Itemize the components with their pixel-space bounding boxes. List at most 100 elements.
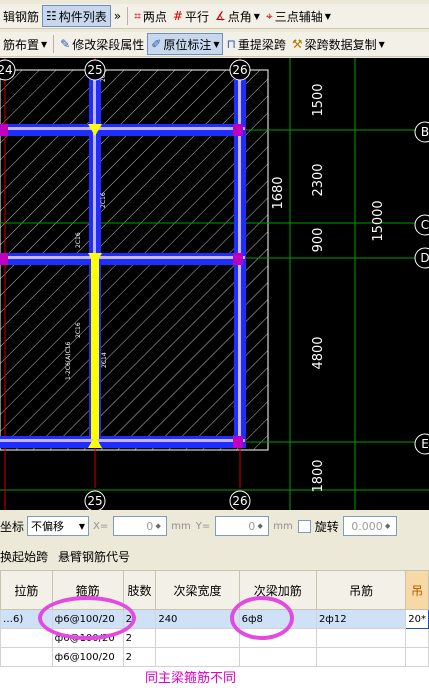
- point-angle-label: 点角: [227, 9, 252, 24]
- modify-beam-property-label: 修改梁段属性: [72, 37, 145, 52]
- table-cell[interactable]: [238, 647, 317, 667]
- rotate-checkbox[interactable]: [297, 519, 311, 533]
- re-extract-span-button[interactable]: ⊓ 重提梁跨: [223, 34, 288, 54]
- table-cell[interactable]: [0, 628, 53, 648]
- three-point-axis-icon: ⌖: [265, 8, 273, 23]
- x-input[interactable]: 0 ◆: [113, 516, 168, 536]
- table-cell[interactable]: [0, 647, 53, 667]
- x-label: X=: [93, 520, 109, 532]
- spin-icon: ◆: [155, 522, 161, 530]
- dimension-text: 2300: [311, 163, 326, 196]
- three-point-axis-button[interactable]: ⌖ 三点辅轴 ▼: [263, 6, 334, 26]
- axis-label: 25: [87, 494, 102, 508]
- re-extract-span-label: 重提梁跨: [237, 37, 286, 52]
- change-start-span-button[interactable]: 换起始跨: [0, 548, 48, 565]
- in-situ-annotation-button[interactable]: ✐ 原位标注 ▼: [147, 33, 224, 55]
- two-point-button[interactable]: ⌗ 两点: [131, 6, 170, 26]
- table-cell[interactable]: [155, 628, 240, 648]
- beam-centerline: [93, 70, 96, 256]
- brush-icon: ⚒: [291, 37, 303, 51]
- table-row[interactable]: ф6@100/20 2: [0, 647, 429, 667]
- chevron-down-icon: ▼: [324, 11, 331, 21]
- table-cell[interactable]: [315, 628, 407, 648]
- table-cell[interactable]: 240: [155, 609, 240, 629]
- y-unit: mm: [273, 520, 293, 532]
- chevron-down-icon: ▼: [41, 39, 48, 49]
- y-input[interactable]: 0 ◆: [215, 516, 270, 536]
- toolbar-separator: [53, 35, 55, 53]
- modify-beam-property-button[interactable]: ✎ 修改梁段属性: [57, 34, 147, 54]
- table-cell[interactable]: [405, 647, 429, 667]
- component-list-button[interactable]: ☷ 构件列表: [42, 5, 111, 27]
- beam-centerline: [0, 439, 245, 442]
- axis-bubbles-bottom: [84, 490, 251, 512]
- spin-icon: ◆: [385, 522, 391, 530]
- table-cell-editing[interactable]: 20*: [405, 609, 429, 629]
- selected-beam[interactable]: [91, 256, 99, 446]
- edit-rebar-button[interactable]: 辑钢筋: [0, 6, 42, 26]
- table-cell[interactable]: 2ф12: [315, 609, 407, 629]
- highlight-oval-stirrup: [38, 596, 136, 640]
- table-cell[interactable]: [155, 647, 240, 667]
- y-value: 0: [248, 519, 256, 533]
- toolbar-top: 辑钢筋 ☷ 构件列表 » ⌗ 两点 # 平行 ∡ 点角 ▼ ⌖ 三点辅轴 ▼: [0, 4, 429, 29]
- dimension-text: 4800: [311, 336, 326, 369]
- more-toolbar-button[interactable]: »: [111, 6, 124, 26]
- cad-drawing-canvas[interactable]: 2C16 2C16 2C16 2C16 1-2C6(A)C16 2C14 24 …: [0, 58, 429, 512]
- point-angle-button[interactable]: ∡ 点角 ▼: [212, 6, 263, 26]
- in-situ-annotation-label: 原位标注: [163, 37, 212, 52]
- axis-label: D: [420, 251, 429, 265]
- toolbar-second: 筋布置 ▼ ✎ 修改梁段属性 ✐ 原位标注 ▼ ⊓ 重提梁跨 ⚒ 梁跨数据复制 ▼: [0, 32, 429, 57]
- y-label: Y=: [195, 520, 211, 532]
- cad-drawing: 2C16 2C16 2C16 2C16 1-2C6(A)C16 2C14 24 …: [0, 58, 429, 512]
- axis-label: 24: [0, 63, 13, 77]
- chevron-down-icon: ▼: [78, 521, 86, 531]
- dimension-text: 900: [311, 228, 326, 253]
- point-angle-icon: ∡: [215, 9, 226, 23]
- coord-label: 坐标: [0, 519, 25, 534]
- table-cell[interactable]: ф6@100/20: [51, 647, 124, 667]
- col-header[interactable]: 肢数: [122, 570, 157, 610]
- highlight-oval-reinforcement: [230, 596, 294, 640]
- two-point-label: 两点: [142, 9, 167, 24]
- rotate-value: 0.000: [351, 519, 383, 533]
- col-header[interactable]: 吊筋: [315, 570, 407, 610]
- col-header[interactable]: 次梁宽度: [155, 570, 240, 610]
- rebar-label: 2C14: [101, 352, 108, 368]
- copy-span-data-button[interactable]: ⚒ 梁跨数据复制 ▼: [289, 34, 388, 54]
- axis-label: C: [421, 218, 429, 232]
- col-header[interactable]: 吊: [405, 570, 429, 610]
- more-label: »: [113, 9, 122, 23]
- beam-centerline: [0, 127, 245, 130]
- three-point-axis-label: 三点辅轴: [274, 9, 323, 24]
- parallel-button[interactable]: # 平行: [170, 6, 212, 26]
- axis-label: 26: [232, 494, 247, 508]
- table-cell[interactable]: [315, 647, 407, 667]
- axis-label: E: [421, 437, 429, 451]
- x-value: 0: [146, 519, 154, 533]
- dimension-total: 15000: [371, 200, 386, 241]
- table-cell[interactable]: 2: [122, 628, 157, 648]
- beam-centerline: [0, 256, 245, 259]
- annotate-icon: ✐: [151, 37, 162, 51]
- table-cell[interactable]: 2: [122, 647, 157, 667]
- axis-label: B: [421, 125, 429, 139]
- rotate-input[interactable]: 0.000 ◆: [342, 516, 397, 536]
- offset-mode-select[interactable]: 不偏移 ▼: [27, 516, 90, 536]
- coordinate-bar: 坐标 不偏移 ▼ X= 0 ◆ mm Y= 0 ◆ mm 旋转 0.000 ◆: [0, 513, 429, 539]
- dimension-small: 1680: [271, 176, 286, 209]
- annotation-text: 同主梁箍筋不同: [145, 671, 237, 686]
- beam-icon: ⊓: [226, 37, 236, 51]
- chevron-down-icon: ▼: [378, 39, 385, 49]
- parallel-label: 平行: [184, 9, 209, 24]
- edit-rebar-label: 辑钢筋: [3, 9, 40, 24]
- rebar-layout-button[interactable]: 筋布置 ▼: [0, 34, 50, 54]
- rebar-label: 2C16: [75, 322, 82, 338]
- col-header[interactable]: 拉筋: [0, 570, 53, 610]
- rebar-label: 2C16: [75, 232, 82, 248]
- spin-icon: ◆: [257, 522, 263, 530]
- table-cell[interactable]: [405, 628, 429, 648]
- rotate-label: 旋转: [314, 519, 339, 534]
- axis-label: 26: [232, 63, 247, 77]
- cantilever-rebar-code-button[interactable]: 悬臂钢筋代号: [58, 548, 130, 565]
